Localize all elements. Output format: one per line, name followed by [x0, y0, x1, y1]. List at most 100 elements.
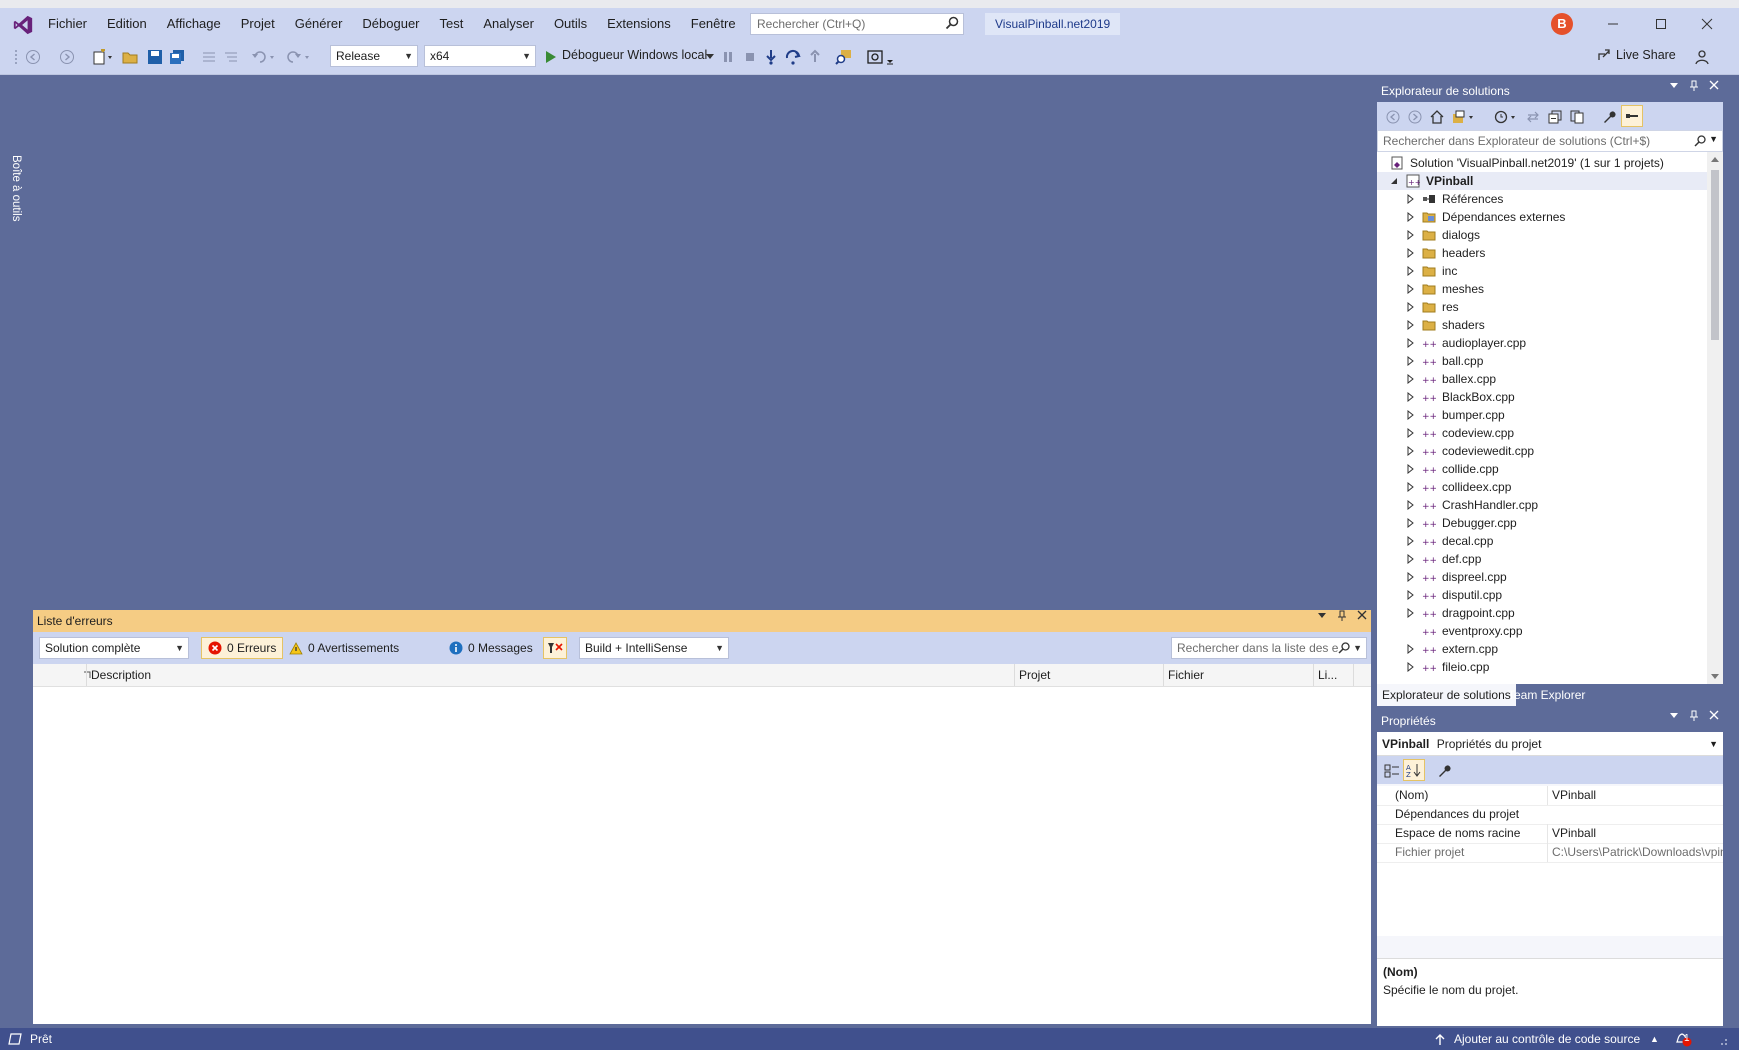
expand-triangle-icon[interactable]	[1405, 464, 1415, 474]
tree-item[interactable]: ++ CrashHandler.cpp	[1377, 496, 1707, 514]
collapse-triangle-icon[interactable]	[1389, 176, 1399, 186]
menu-item[interactable]: Outils	[544, 8, 597, 40]
expand-triangle-icon[interactable]	[1405, 374, 1415, 384]
save-all-button[interactable]	[168, 48, 186, 66]
menu-item[interactable]: Edition	[97, 8, 157, 40]
tree-item[interactable]: ++ bumper.cpp	[1377, 406, 1707, 424]
toolbox-tab[interactable]: Boîte à outils	[10, 155, 22, 221]
configuration-select[interactable]: Release ▼	[330, 45, 418, 67]
property-row[interactable]: Fichier projet C:\Users\Patrick\Downloads…	[1377, 843, 1723, 863]
warnings-filter-button[interactable]: 0 Avertissements	[283, 637, 405, 659]
alphabetical-button[interactable]: AZ	[1403, 759, 1425, 781]
screenshot-tool-button[interactable]	[866, 48, 896, 66]
home-button[interactable]	[1429, 108, 1445, 126]
expand-triangle-icon[interactable]	[1405, 410, 1415, 420]
minimize-button[interactable]	[1590, 8, 1636, 40]
tree-item[interactable]: ++ ball.cpp	[1377, 352, 1707, 370]
property-value[interactable]: VPinball	[1547, 786, 1723, 805]
property-value[interactable]: C:\Users\Patrick\Downloads\vpin	[1547, 843, 1723, 862]
menu-item[interactable]: Analyser	[473, 8, 544, 40]
pin-icon[interactable]	[1337, 610, 1347, 622]
tree-item[interactable]: ++ disputil.cpp	[1377, 586, 1707, 604]
error-list-search-input[interactable]: Rechercher dans la liste des err ▼	[1171, 637, 1367, 659]
error-code-column[interactable]	[33, 664, 79, 686]
pause-button[interactable]	[720, 48, 736, 66]
open-file-button[interactable]	[122, 48, 140, 66]
error-scope-select[interactable]: Solution complète ▼	[39, 637, 189, 659]
solution-search-input[interactable]: Rechercher dans Explorateur de solutions…	[1377, 130, 1723, 152]
pending-changes-filter-button[interactable]	[1493, 108, 1519, 126]
project-column-header[interactable]: Projet	[1014, 664, 1164, 686]
menu-item[interactable]: Affichage	[157, 8, 231, 40]
forward-button[interactable]	[1407, 108, 1423, 126]
debugger-target-label[interactable]: Débogueur Windows local	[562, 48, 707, 62]
property-pages-button[interactable]	[1435, 762, 1453, 780]
property-row[interactable]: Dépendances du projet	[1377, 805, 1723, 825]
expand-triangle-icon[interactable]	[1405, 212, 1415, 222]
menu-item[interactable]: Extensions	[597, 8, 681, 40]
tab-team-explorer[interactable]: Team Explorer	[1503, 684, 1590, 706]
switch-views-button[interactable]	[1451, 108, 1477, 126]
expand-triangle-icon[interactable]	[1405, 500, 1415, 510]
navigate-forward-button[interactable]	[58, 48, 76, 66]
expand-triangle-icon[interactable]	[1405, 554, 1415, 564]
tree-item[interactable]: ++ codeviewedit.cpp	[1377, 442, 1707, 460]
tab-solution-explorer[interactable]: Explorateur de solutions	[1377, 684, 1516, 706]
errors-filter-button[interactable]: 0 Erreurs	[201, 637, 284, 659]
collapse-all-button[interactable]	[1547, 108, 1563, 126]
tree-item[interactable]: ++ decal.cpp	[1377, 532, 1707, 550]
property-value[interactable]: VPinball	[1547, 824, 1723, 843]
expand-triangle-icon[interactable]	[1405, 446, 1415, 456]
back-button[interactable]	[1385, 108, 1401, 126]
scroll-up-icon[interactable]	[1710, 155, 1720, 163]
expand-triangle-icon[interactable]	[1405, 644, 1415, 654]
expand-triangle-icon[interactable]	[1405, 284, 1415, 294]
tree-item[interactable]: ++ eventproxy.cpp	[1377, 622, 1707, 640]
add-to-source-control-button[interactable]: Ajouter au contrôle de code source	[1454, 1028, 1640, 1050]
menu-item[interactable]: Fenêtre	[681, 8, 746, 40]
tree-item[interactable]: shaders	[1377, 316, 1707, 334]
undo-button[interactable]	[250, 48, 278, 66]
tree-item[interactable]: ++ codeview.cpp	[1377, 424, 1707, 442]
build-filter-toggle[interactable]	[543, 637, 567, 659]
scrollbar-thumb[interactable]	[1711, 170, 1719, 340]
tree-item[interactable]: inc	[1377, 262, 1707, 280]
expand-triangle-icon[interactable]	[1405, 482, 1415, 492]
expand-triangle-icon[interactable]	[1405, 608, 1415, 618]
live-share-button[interactable]: Live Share	[1597, 48, 1676, 62]
tree-item[interactable]: ++ Debugger.cpp	[1377, 514, 1707, 532]
messages-filter-button[interactable]: 0 Messages	[443, 637, 539, 659]
solution-tree-scrollbar[interactable]	[1707, 152, 1723, 684]
sync-button[interactable]	[1525, 108, 1541, 126]
step-out-button[interactable]	[806, 48, 824, 66]
solution-node[interactable]: Solution 'VisualPinball.net2019' (1 sur …	[1377, 154, 1707, 172]
menu-item[interactable]: Test	[430, 8, 474, 40]
expand-triangle-icon[interactable]	[1405, 572, 1415, 582]
tree-item[interactable]: res	[1377, 298, 1707, 316]
find-in-files-button[interactable]	[834, 48, 854, 66]
expand-triangle-icon[interactable]	[1405, 428, 1415, 438]
dropdown-icon[interactable]	[1317, 610, 1327, 620]
tree-item[interactable]: ++ extern.cpp	[1377, 640, 1707, 658]
tree-item[interactable]: ++ ballex.cpp	[1377, 370, 1707, 388]
quick-search-input[interactable]: Rechercher (Ctrl+Q)	[750, 13, 964, 35]
new-project-button[interactable]	[90, 48, 116, 66]
menu-item[interactable]: Générer	[285, 8, 353, 40]
expand-triangle-icon[interactable]	[1405, 230, 1415, 240]
close-icon[interactable]	[1709, 710, 1719, 720]
tree-item[interactable]: Références	[1377, 190, 1707, 208]
tree-item[interactable]: meshes	[1377, 280, 1707, 298]
save-button[interactable]	[146, 48, 164, 66]
feedback-button[interactable]	[1692, 48, 1712, 66]
tree-item[interactable]: ++ BlackBox.cpp	[1377, 388, 1707, 406]
stop-button[interactable]	[742, 48, 758, 66]
pin-icon[interactable]	[1689, 80, 1699, 92]
expand-triangle-icon[interactable]	[1405, 302, 1415, 312]
step-over-button[interactable]	[784, 48, 802, 66]
menu-item[interactable]: Déboguer	[352, 8, 429, 40]
close-window-button[interactable]	[1684, 8, 1730, 40]
tree-item[interactable]: headers	[1377, 244, 1707, 262]
menu-item[interactable]: Fichier	[38, 8, 97, 40]
line-column-header[interactable]: Li...	[1313, 664, 1353, 686]
tree-item[interactable]: dialogs	[1377, 226, 1707, 244]
